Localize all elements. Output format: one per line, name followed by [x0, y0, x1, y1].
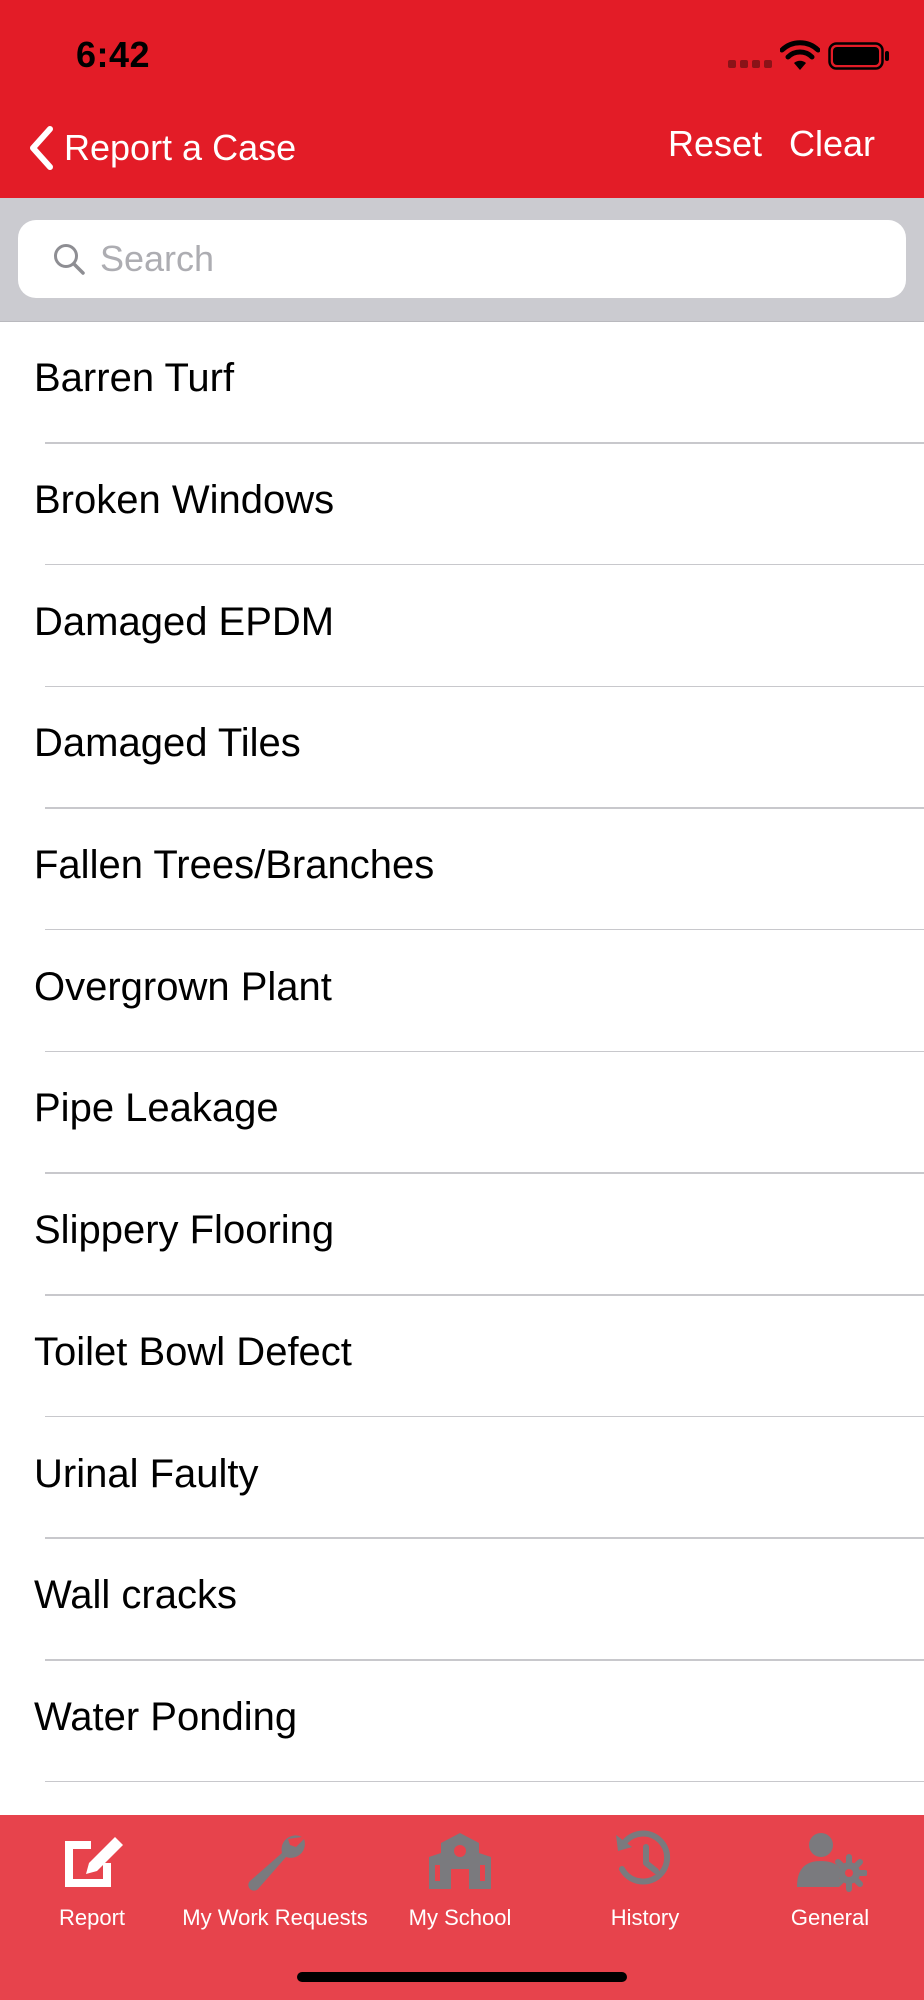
tab-my-school[interactable]: My School — [368, 1829, 552, 1949]
list-item[interactable]: Toilet Bowl Defect — [0, 1296, 924, 1418]
list-item-label: Fallen Trees/Branches — [34, 843, 435, 888]
tab-label: My Work Requests — [182, 1905, 368, 1930]
history-icon — [616, 1830, 671, 1885]
list-item-label: Pipe Leakage — [34, 1086, 279, 1131]
tab-label: History — [610, 1905, 680, 1930]
list-item-label: Broken Windows — [34, 478, 335, 523]
list-item-label: Overgrown Plant — [34, 964, 332, 1009]
chevron-left-icon — [30, 126, 53, 170]
list-item[interactable]: Fallen Trees/Branches — [0, 809, 924, 931]
user-gear-icon — [797, 1833, 867, 1892]
wifi-icon — [780, 40, 820, 70]
cellular-signal-icon — [728, 60, 772, 68]
search-field[interactable] — [18, 220, 906, 298]
app-header: 6:42 Report a Case Reset Clear — [0, 0, 924, 198]
wrench-icon — [248, 1835, 305, 1891]
list-item[interactable]: Pipe Leakage — [0, 1052, 924, 1174]
list-item-label: Slippery Flooring — [34, 1208, 335, 1253]
list-item-label: Wall cracks — [34, 1573, 237, 1618]
list-item[interactable]: Water Ponding — [0, 1661, 924, 1783]
list-item[interactable]: Overgrown Plant — [0, 930, 924, 1052]
list-item[interactable]: Barren Turf — [0, 322, 924, 444]
tab-my-work-requests[interactable]: My Work Requests — [182, 1829, 368, 1949]
case-type-list: Barren Turf Broken Windows Damaged EPDM Dam… — [0, 322, 924, 1815]
list-item[interactable]: Damaged EPDM — [0, 565, 924, 687]
list-item-label: Urinal Faulty — [34, 1451, 259, 1496]
reset-button[interactable]: Reset — [668, 126, 762, 162]
tab-label: General — [790, 1905, 870, 1930]
list-item-label: Damaged Tiles — [34, 721, 301, 766]
school-icon — [429, 1833, 491, 1889]
list-item-label: Toilet Bowl Defect — [34, 1329, 352, 1374]
list-item[interactable]: Broken Windows — [0, 444, 924, 566]
tab-report[interactable]: Report — [0, 1829, 184, 1949]
search-bar — [0, 198, 924, 322]
list-item-label: Water Ponding — [34, 1694, 298, 1739]
back-button[interactable]: Report a Case — [26, 120, 296, 176]
search-input[interactable] — [100, 238, 860, 280]
search-icon — [54, 244, 85, 275]
list-item[interactable]: Urinal Faulty — [0, 1417, 924, 1539]
home-indicator — [297, 1972, 627, 1982]
clear-button[interactable]: Clear — [789, 126, 875, 162]
status-time: 6:42 — [76, 34, 151, 75]
back-button-label: Report a Case — [64, 127, 297, 168]
list-item[interactable]: Wall cracks — [0, 1539, 924, 1661]
tab-history[interactable]: History — [553, 1829, 737, 1949]
battery-icon — [828, 42, 889, 70]
tab-label: Report — [58, 1905, 126, 1930]
list-item-label: Damaged EPDM — [34, 599, 335, 644]
list-item-label: Barren Turf — [34, 356, 235, 401]
list-item[interactable]: Damaged Tiles — [0, 687, 924, 809]
edit-icon — [65, 1837, 123, 1887]
list-item[interactable]: Slippery Flooring — [0, 1174, 924, 1296]
tab-general[interactable]: General — [738, 1829, 922, 1949]
tab-label: My School — [408, 1905, 512, 1930]
